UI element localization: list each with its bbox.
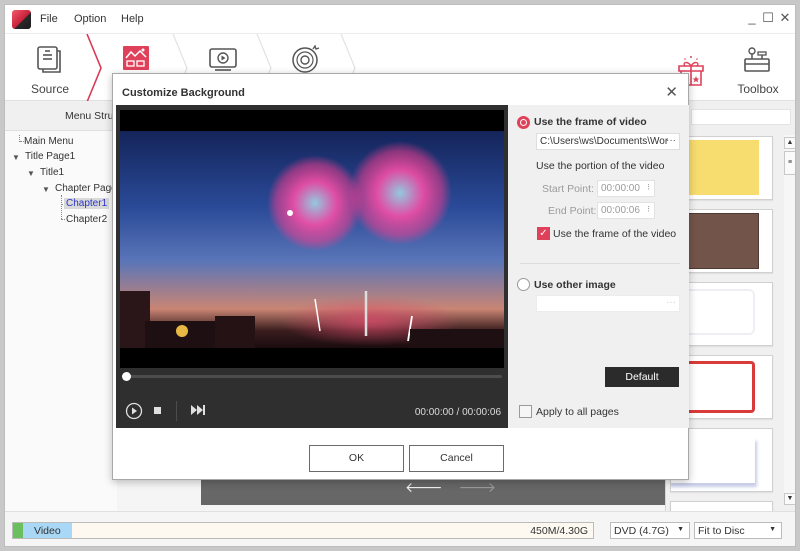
dropdown-arrow-icon: ▼	[769, 526, 776, 533]
document-icon	[37, 46, 61, 73]
track-label: Video	[34, 525, 61, 537]
thumbnail-scrollbar[interactable]: ▲ ≡ ▼	[784, 135, 795, 505]
video-preview-image	[120, 131, 504, 348]
capacity-text: 450M/4.30G	[530, 525, 588, 537]
apply-all-pages-checkbox[interactable]	[519, 405, 532, 418]
portion-label: Use the portion of the video	[536, 160, 665, 172]
menu-file[interactable]: File	[40, 13, 58, 25]
start-point-input[interactable]: 00:00:00 ⁝	[597, 180, 655, 197]
video-frame	[120, 110, 504, 368]
browse-video-button[interactable]: ···	[666, 135, 676, 146]
browse-image-button[interactable]: ···	[666, 297, 676, 308]
playback-time: 00:00:00 / 00:00:06	[414, 407, 501, 418]
menu-option[interactable]: Option	[74, 13, 106, 25]
default-button[interactable]: Default	[605, 367, 679, 387]
menu-structure-panel: Menu Structure Main Menu ▼ Title Page1 ▼…	[5, 101, 137, 511]
use-frame-checkbox[interactable]: ✓	[537, 227, 550, 240]
disc-type-select[interactable]: DVD (4.7G) ▼	[610, 522, 690, 539]
menu-template-icon	[123, 46, 149, 70]
tree-item-chapter2[interactable]: Chapter2	[66, 214, 107, 225]
spinner-arrows-icon[interactable]: ⁝	[647, 182, 650, 193]
close-button[interactable]: ✕	[778, 11, 792, 25]
step-source-label: Source	[30, 82, 70, 96]
capacity-used-segment	[13, 523, 23, 538]
app-window: File Option Help _ ☐ ✕ Source Toolbox Me…	[4, 4, 796, 547]
tree-item-title1[interactable]: Title1	[40, 167, 64, 178]
preview-navigation: 🡐 🡒	[405, 479, 496, 496]
step-source[interactable]: Source	[5, 34, 95, 102]
toolbox-label: Toolbox	[737, 82, 779, 96]
fireworks-scene	[120, 141, 504, 348]
cancel-button[interactable]: Cancel	[409, 445, 504, 472]
use-frame-label: Use the frame of video	[534, 116, 647, 128]
use-frame-checkbox-label: Use the frame of the video	[553, 228, 677, 240]
app-logo-icon	[12, 10, 31, 29]
seek-bar[interactable]	[122, 372, 502, 381]
expand-chevron-icon[interactable]: ▼	[42, 185, 50, 194]
start-point-label: Start Point:	[542, 183, 594, 195]
expand-chevron-icon[interactable]: ▼	[27, 169, 35, 178]
burn-disc-icon	[292, 44, 320, 73]
customize-background-dialog: Customize Background ✕ 00:00:00 / 00:00:…	[112, 73, 689, 480]
minimize-button[interactable]: _	[745, 11, 759, 25]
toolbox-icon	[744, 47, 770, 72]
step-separator-active	[86, 34, 102, 102]
options-divider	[520, 263, 680, 264]
preview-icon	[209, 48, 237, 71]
ok-button[interactable]: OK	[309, 445, 404, 472]
video-path-field[interactable]: C:\Users\ws\Documents\Wor ···	[536, 133, 680, 150]
previous-page-arrow-icon[interactable]: 🡐	[405, 479, 443, 495]
dialog-title: Customize Background	[122, 87, 245, 99]
end-point-label: End Point:	[548, 205, 597, 217]
fit-mode-select[interactable]: Fit to Disc ▼	[694, 522, 782, 539]
use-other-image-radio[interactable]	[517, 278, 530, 291]
expand-chevron-icon[interactable]: ▼	[12, 153, 20, 162]
maximize-button[interactable]: ☐	[761, 11, 775, 25]
play-button[interactable]	[125, 402, 143, 420]
dropdown-arrow-icon: ▼	[677, 526, 684, 533]
disc-capacity-bar: Video 450M/4.30G	[12, 522, 594, 539]
menu-help[interactable]: Help	[121, 13, 144, 25]
stop-button[interactable]	[154, 407, 161, 414]
thumbnail-filter-field[interactable]	[691, 109, 791, 125]
tree-item-chapter1[interactable]: Chapter1	[64, 198, 110, 209]
other-image-path-field[interactable]: ···	[536, 295, 680, 312]
dialog-close-button[interactable]: ✕	[665, 83, 678, 101]
menu-structure-header: Menu Structure	[5, 101, 137, 131]
video-player: 00:00:00 / 00:00:06	[116, 105, 508, 428]
toolbox-button[interactable]: Toolbox	[725, 34, 791, 102]
control-divider	[176, 401, 177, 421]
status-bar: Video 450M/4.30G DVD (4.7G) ▼ Fit to Dis…	[5, 511, 795, 546]
apply-all-pages-label: Apply to all pages	[536, 406, 619, 418]
next-frame-button[interactable]	[191, 405, 205, 415]
scroll-thumb[interactable]: ≡	[784, 151, 795, 175]
scroll-up-button[interactable]: ▲	[784, 137, 795, 149]
background-options-panel: Use the frame of video C:\Users\ws\Docum…	[508, 105, 689, 428]
tree-item-title-page1[interactable]: Title Page1	[25, 151, 75, 162]
next-page-arrow-icon[interactable]: 🡒	[458, 479, 496, 495]
tree-item-main-menu[interactable]: Main Menu	[24, 136, 73, 147]
use-other-image-label: Use other image	[534, 279, 616, 291]
end-point-input[interactable]: 00:00:06 ⁝	[597, 202, 655, 219]
seek-handle[interactable]	[122, 372, 131, 381]
scroll-down-button[interactable]: ▼	[784, 493, 795, 505]
use-frame-radio[interactable]	[517, 116, 530, 129]
spinner-arrows-icon[interactable]: ⁝	[647, 204, 650, 215]
title-bar: File Option Help _ ☐ ✕	[5, 5, 795, 33]
